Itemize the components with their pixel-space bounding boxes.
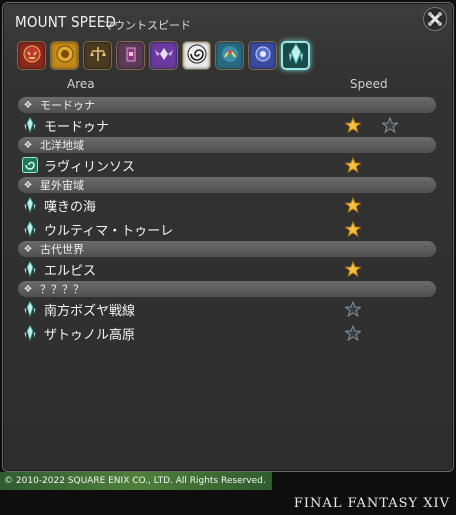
area-name: 嘆きの海 <box>44 199 97 215</box>
area-row[interactable]: ウルティマ・トゥーレ <box>15 217 439 241</box>
diamond-bullet-icon: ❖ <box>23 243 33 255</box>
group-header[interactable]: ❖ 星外宙域 <box>18 177 436 193</box>
tab-aetheryte-crystal[interactable] <box>281 41 310 70</box>
tab-spiral[interactable] <box>182 41 211 70</box>
final-fantasy-logo: FINAL FANTASY XIV <box>293 496 450 511</box>
aetheryte-icon <box>22 221 38 237</box>
window-subtitle: マウントスピード <box>103 19 191 32</box>
star-filled-icon <box>344 116 362 137</box>
area-name: ザトゥノル高原 <box>44 327 136 343</box>
tab-dragon[interactable] <box>215 41 244 70</box>
area-name: エルピス <box>44 263 97 279</box>
dragon-icon <box>220 44 240 68</box>
tab-starburst[interactable] <box>248 41 277 70</box>
tab-winged-beast[interactable] <box>149 41 178 70</box>
diamond-bullet-icon: ❖ <box>23 283 33 295</box>
tab-gold-lion[interactable] <box>50 41 79 70</box>
star-filled-icon <box>344 220 362 241</box>
area-name: ラヴィリンソス <box>44 159 136 175</box>
area-name: モードゥナ <box>44 119 110 135</box>
tower-icon <box>121 44 141 68</box>
spiral-icon <box>187 44 207 68</box>
diamond-bullet-icon: ❖ <box>23 179 33 191</box>
aetheryte-crystal-icon <box>286 42 306 69</box>
star-filled-icon <box>344 260 362 281</box>
area-row[interactable]: エルピス <box>15 257 439 281</box>
copyright-notice: © 2010-2022 SQUARE ENIX CO., LTD. All Ri… <box>0 472 272 490</box>
close-icon <box>428 12 442 26</box>
tab-red-demon[interactable] <box>17 41 46 70</box>
group-label: 星外宙域 <box>40 179 84 192</box>
labyrinthos-icon <box>22 157 38 173</box>
group-header[interactable]: ❖ ？？？？ <box>18 281 436 297</box>
group-header[interactable]: ❖ 北洋地域 <box>18 137 436 153</box>
area-row[interactable]: ラヴィリンソス <box>15 153 439 177</box>
star-filled-icon <box>344 156 362 177</box>
group-header[interactable]: ❖ 古代世界 <box>18 241 436 257</box>
star-filled-icon <box>344 196 362 217</box>
area-row[interactable]: 南方ボズヤ戦線 <box>15 297 439 321</box>
area-row[interactable]: モードゥナ <box>15 113 439 137</box>
scales-icon <box>88 44 108 68</box>
group-header[interactable]: ❖ モードゥナ <box>18 97 436 113</box>
area-list: ❖ モードゥナ モードゥナ ❖ 北洋地域 ラヴィリンソス ❖ 星外宙域 嘆きの海 ウルティマ・トゥ… <box>15 97 439 345</box>
tab-tower[interactable] <box>116 41 145 70</box>
group-label: モードゥナ <box>40 99 95 112</box>
aetheryte-icon <box>22 197 38 213</box>
area-row[interactable]: ザトゥノル高原 <box>15 321 439 345</box>
diamond-bullet-icon: ❖ <box>23 99 33 111</box>
window-title: MOUNT SPEED <box>15 13 117 31</box>
aetheryte-icon <box>22 325 38 341</box>
star-empty-icon <box>344 300 362 321</box>
speed-column-header: Speed <box>350 77 388 91</box>
star-empty-icon <box>344 324 362 345</box>
area-name: ウルティマ・トゥーレ <box>44 223 174 239</box>
mount-speed-window: MOUNT SPEED マウントスピード Area Speed ❖ モードゥナ モー… <box>2 2 454 472</box>
area-name: 南方ボズヤ戦線 <box>44 303 136 319</box>
diamond-bullet-icon: ❖ <box>23 139 33 151</box>
starburst-icon <box>253 44 273 68</box>
aetheryte-icon <box>22 261 38 277</box>
group-label: 古代世界 <box>40 243 84 256</box>
close-button[interactable] <box>423 7 447 31</box>
group-label: ？？？？ <box>40 283 84 296</box>
expansion-tabs <box>17 41 310 70</box>
winged-beast-icon <box>154 44 174 68</box>
red-demon-icon <box>22 44 42 68</box>
area-row[interactable]: 嘆きの海 <box>15 193 439 217</box>
aetheryte-icon <box>22 301 38 317</box>
group-label: 北洋地域 <box>40 139 84 152</box>
gold-lion-icon <box>55 44 75 68</box>
star-empty-icon <box>381 116 399 137</box>
tab-scales[interactable] <box>83 41 112 70</box>
area-column-header: Area <box>67 77 95 91</box>
aetheryte-icon <box>22 117 38 133</box>
